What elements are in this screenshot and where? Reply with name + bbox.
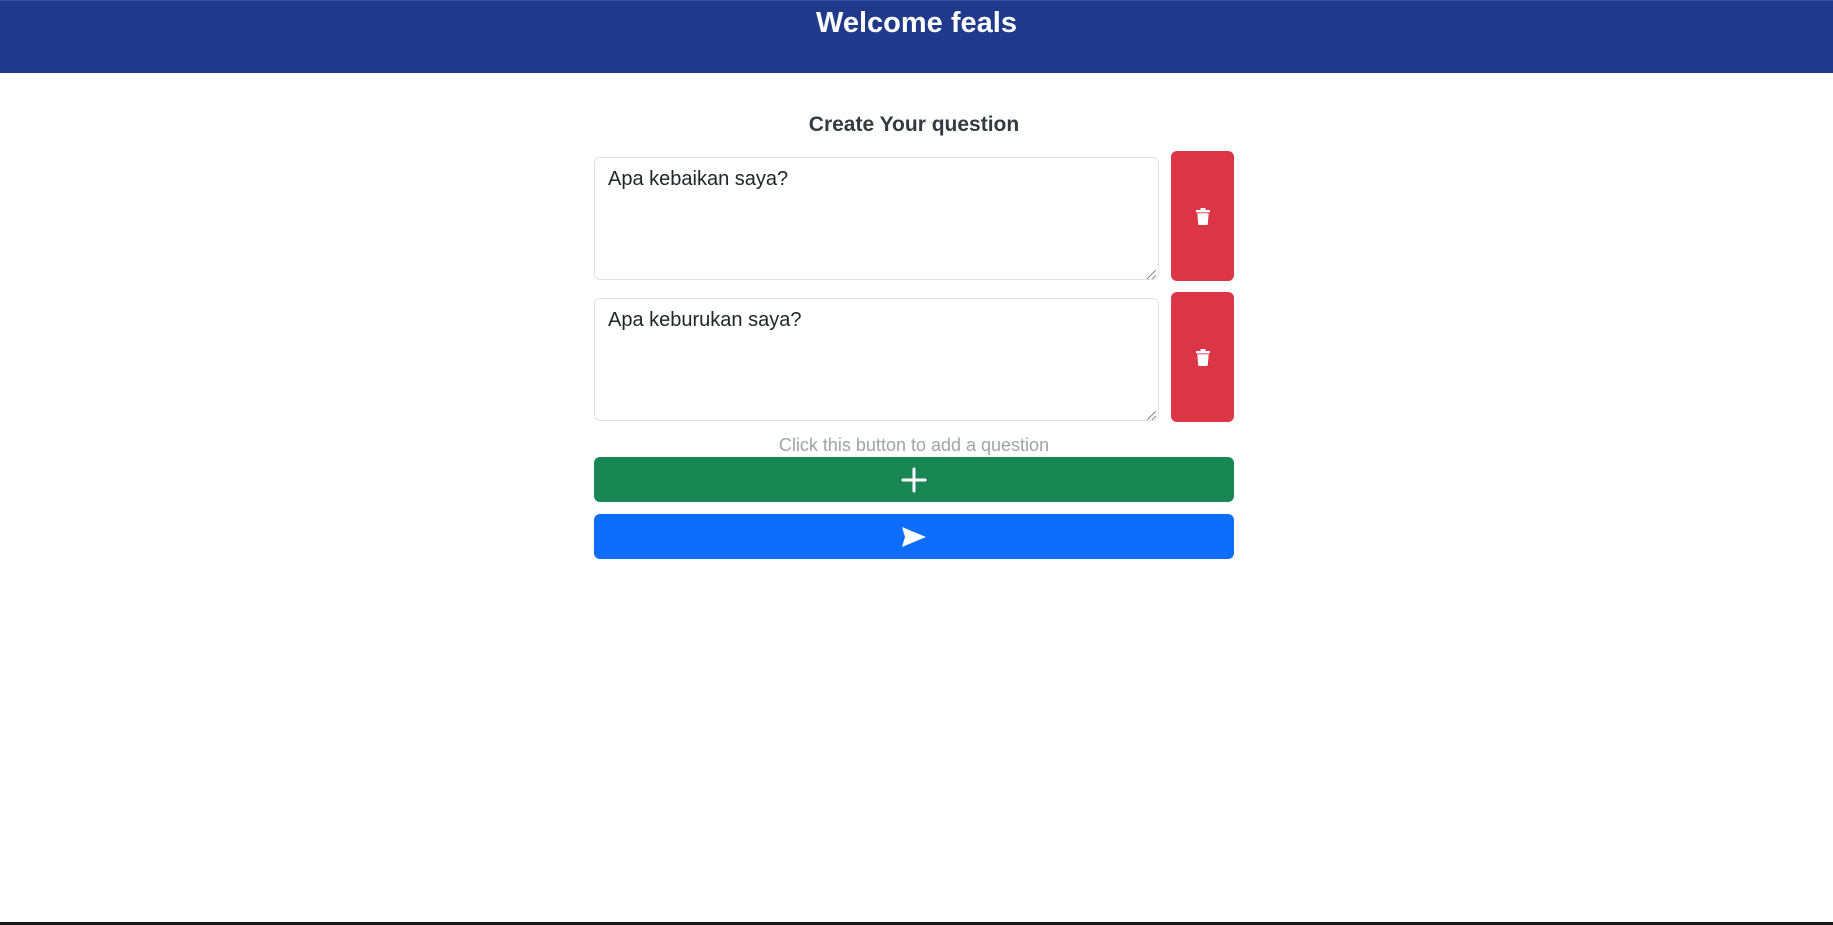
- submit-questions-button[interactable]: [594, 514, 1234, 559]
- trash-icon: [1195, 348, 1210, 366]
- resize-grip-icon[interactable]: [1145, 409, 1157, 421]
- resize-grip-icon[interactable]: [1145, 268, 1157, 280]
- form-title: Create Your question: [808, 113, 1020, 136]
- delete-question-button[interactable]: [1171, 292, 1234, 422]
- delete-question-button[interactable]: [1171, 151, 1234, 281]
- add-question-button[interactable]: [594, 457, 1234, 502]
- page-title: Welcome feals: [816, 7, 1017, 39]
- question-row: Apa kebaikan saya?: [594, 151, 1234, 281]
- question-input[interactable]: Apa keburukan saya?: [594, 298, 1159, 421]
- app-header: Welcome feals: [0, 0, 1833, 73]
- trash-icon: [1195, 207, 1210, 225]
- question-input[interactable]: Apa kebaikan saya?: [594, 157, 1159, 280]
- add-question-hint: Click this button to add a question: [778, 435, 1050, 455]
- question-row: Apa keburukan saya?: [594, 292, 1234, 422]
- send-icon: [902, 526, 926, 547]
- plus-icon: [901, 467, 927, 492]
